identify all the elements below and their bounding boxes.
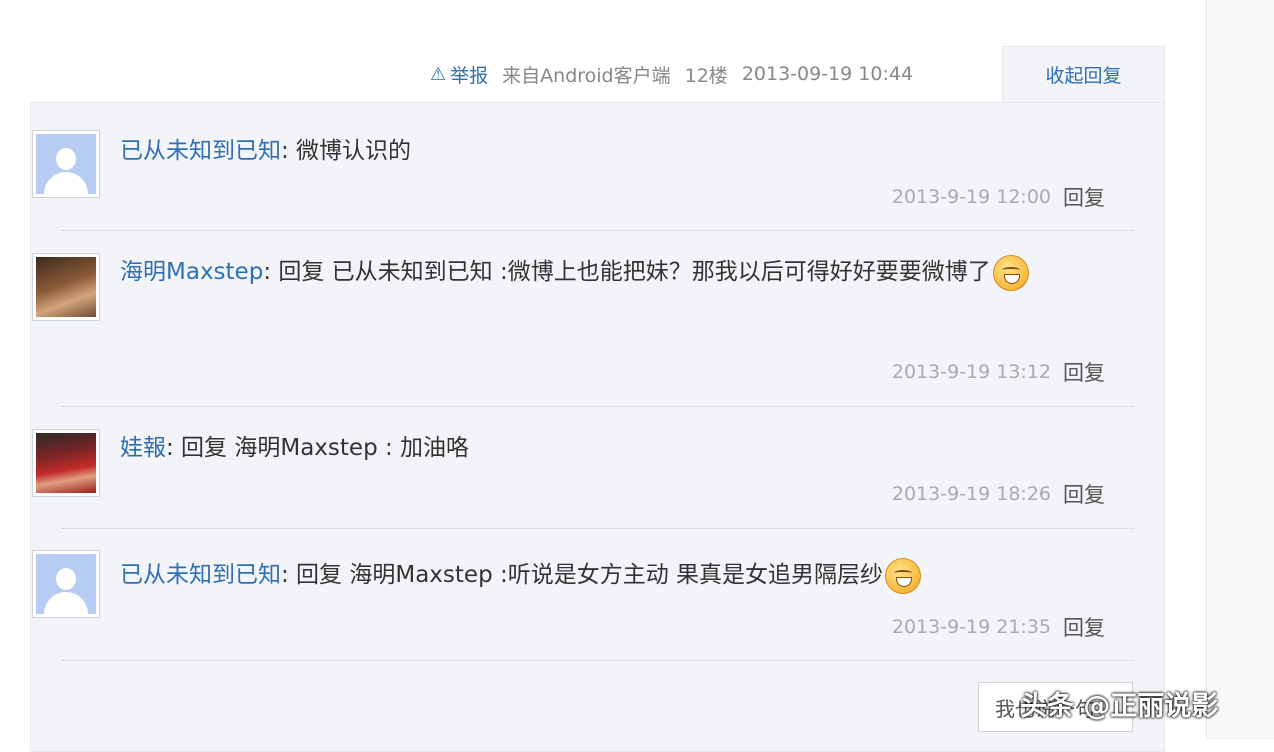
reply-username[interactable]: 海明Maxstep: [120, 259, 263, 285]
reply-meta: 2013-9-19 12:00 回复: [892, 182, 1105, 212]
warning-icon: ⚠: [430, 63, 447, 85]
reply-separator: :: [166, 435, 174, 461]
reply-button[interactable]: 回复: [1063, 479, 1105, 509]
reply-time: 2013-9-19 12:00: [891, 186, 1051, 208]
reply-meta: 2013-9-19 13:12 回复: [892, 357, 1105, 387]
reply-item: 娃報: 回复 海明Maxstep : 加油咯 2013-9-19 18:26 回…: [30, 429, 1105, 519]
reply-divider: [62, 528, 1134, 529]
avatar[interactable]: [32, 550, 100, 618]
reply-separator: :: [281, 138, 289, 164]
reply-text: 回复 已从未知到已知 :微博上也能把妹？那我以后可得好好要要微博了: [271, 259, 991, 285]
reply-content: 已从未知到已知: 微博认识的: [120, 124, 1085, 178]
reply-text: 回复 海明Maxstep :听说是女方主动 果真是女追男隔层纱: [288, 562, 884, 588]
reply-item: 已从未知到已知: 回复 海明Maxstep :听说是女方主动 果真是女追男隔层纱…: [30, 550, 1105, 640]
reply-divider: [62, 230, 1134, 231]
reply-content: 海明Maxstep: 回复 已从未知到已知 :微博上也能把妹？那我以后可得好好要…: [120, 245, 1085, 299]
reply-separator: :: [263, 259, 272, 285]
page-right-strip: [1206, 0, 1274, 740]
reply-username[interactable]: 已从未知到已知: [120, 562, 281, 588]
reply-username[interactable]: 娃報: [120, 435, 166, 461]
report-label: 举报: [450, 64, 489, 87]
post-meta-bar: ⚠ 举报 来自Android客户端 12楼 2013-09-19 10:44: [430, 56, 913, 92]
reply-item: 已从未知到已知: 微博认识的 2013-9-19 12:00 回复: [30, 130, 1105, 220]
reply-text: 微博认识的: [288, 138, 412, 164]
collapse-replies-button[interactable]: 收起回复: [1002, 46, 1165, 102]
post-datetime: 2013-09-19 10:44: [741, 63, 914, 85]
collapse-replies-label: 收起回复: [1045, 65, 1122, 87]
report-link[interactable]: ⚠ 举报: [430, 61, 488, 88]
reply-button[interactable]: 回复: [1063, 357, 1105, 387]
post-floor: 12楼: [684, 64, 728, 87]
laughing-emoji-icon: [992, 254, 1029, 291]
default-user-icon: [36, 554, 96, 614]
default-user-icon: [36, 134, 96, 194]
reply-username[interactable]: 已从未知到已知: [120, 138, 281, 164]
reply-separator: :: [281, 562, 289, 588]
reply-content: 娃報: 回复 海明Maxstep : 加油咯: [120, 421, 1085, 475]
reply-time: 2013-9-19 18:26: [891, 483, 1051, 505]
reply-content: 已从未知到已知: 回复 海明Maxstep :听说是女方主动 果真是女追男隔层纱: [120, 548, 1085, 602]
avatar[interactable]: [32, 429, 100, 497]
reply-time: 2013-9-19 13:12: [891, 361, 1051, 383]
user-photo-icon: [36, 257, 96, 317]
reply-button[interactable]: 回复: [1063, 182, 1105, 212]
reply-meta: 2013-9-19 21:35 回复: [892, 612, 1105, 642]
reply-meta: 2013-9-19 18:26 回复: [892, 479, 1105, 509]
post-source: 来自Android客户端: [502, 64, 671, 87]
reply-divider: [62, 406, 1134, 407]
user-photo-icon: [36, 433, 96, 493]
reply-time: 2013-9-19 21:35: [891, 616, 1051, 638]
shy-emoji-icon: [885, 557, 922, 594]
avatar[interactable]: [32, 130, 100, 198]
reply-button[interactable]: 回复: [1063, 612, 1105, 642]
watermark: 头条 @正丽说影: [1020, 691, 1219, 722]
avatar[interactable]: [32, 253, 100, 321]
reply-divider: [62, 660, 1134, 661]
reply-item: 海明Maxstep: 回复 已从未知到已知 :微博上也能把妹？那我以后可得好好要…: [30, 253, 1105, 393]
reply-text: 回复 海明Maxstep : 加油咯: [173, 435, 470, 461]
